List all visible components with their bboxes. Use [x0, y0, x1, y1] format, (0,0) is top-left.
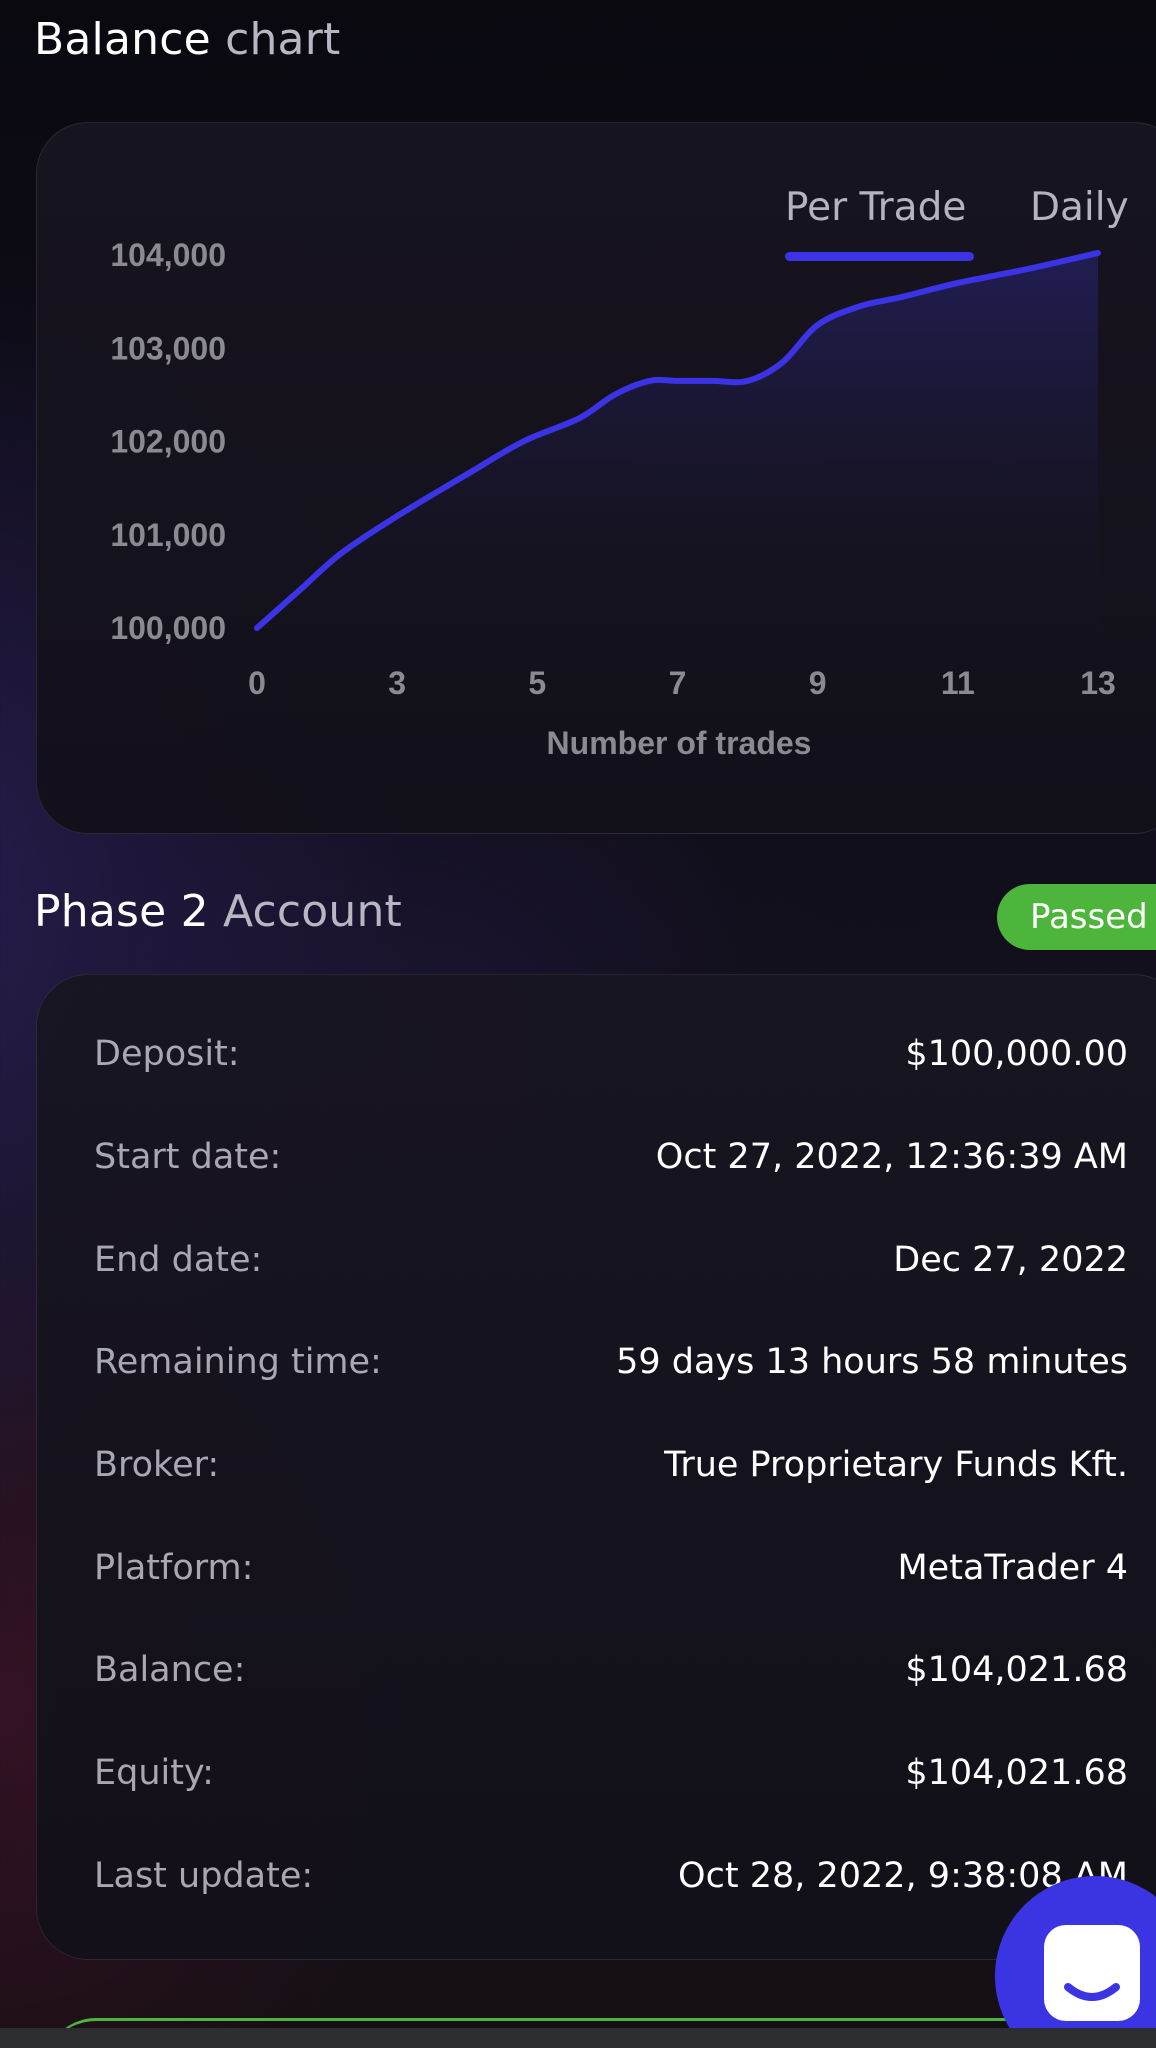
- x-tick-label: 11: [941, 665, 975, 701]
- detail-label: Last update:: [94, 1856, 314, 1896]
- title-word: Account: [222, 886, 403, 937]
- detail-row-end-date: End date: Dec 27, 2022: [94, 1240, 1128, 1300]
- balance-area: [257, 252, 1098, 628]
- tab-daily[interactable]: Daily: [1030, 185, 1129, 230]
- detail-row-start-date: Start date: Oct 27, 2022, 12:36:39 AM: [94, 1137, 1128, 1197]
- x-tick-label: 5: [528, 665, 546, 701]
- detail-label: Deposit:: [94, 1034, 240, 1074]
- tab-per-trade[interactable]: Per Trade: [785, 185, 966, 230]
- balance-chart: 100,000 101,000 102,000 103,000 104,000 0 3 5 7…: [110, 237, 1116, 761]
- x-tick-label: 3: [388, 665, 406, 701]
- detail-label: End date:: [94, 1240, 263, 1280]
- detail-value: $104,021.68: [905, 1753, 1128, 1793]
- detail-label: Platform:: [94, 1548, 254, 1588]
- detail-row-platform: Platform: MetaTrader 4: [94, 1548, 1128, 1608]
- detail-label: Remaining time:: [94, 1342, 382, 1382]
- detail-row-balance: Balance: $104,021.68: [94, 1650, 1128, 1710]
- detail-row-broker: Broker: True Proprietary Funds Kft.: [94, 1445, 1128, 1505]
- x-tick-label: 0: [248, 665, 266, 701]
- y-tick-label: 100,000: [110, 610, 226, 646]
- detail-value: Dec 27, 2022: [893, 1240, 1128, 1280]
- y-tick-label: 103,000: [110, 330, 226, 366]
- y-tick-label: 101,000: [110, 517, 226, 553]
- detail-row-remaining-time: Remaining time: 59 days 13 hours 58 minu…: [94, 1342, 1128, 1402]
- detail-value: 59 days 13 hours 58 minutes: [616, 1342, 1128, 1382]
- detail-label: Balance:: [94, 1650, 246, 1690]
- detail-value: MetaTrader 4: [897, 1548, 1128, 1588]
- x-tick-label: 13: [1080, 665, 1116, 701]
- detail-row-equity: Equity: $104,021.68: [94, 1753, 1128, 1813]
- detail-row-last-update: Last update: Oct 28, 2022, 9:38:08 AM: [94, 1856, 1128, 1916]
- account-title: Phase 2 Account: [34, 886, 402, 937]
- detail-label: Equity:: [94, 1753, 214, 1793]
- detail-value: $100,000.00: [905, 1034, 1128, 1074]
- detail-label: Broker:: [94, 1445, 220, 1485]
- detail-row-deposit: Deposit: $100,000.00: [94, 1034, 1128, 1094]
- detail-label: Start date:: [94, 1137, 282, 1177]
- active-tab-indicator: [785, 252, 974, 261]
- chat-bubble-icon: [1044, 1925, 1140, 2021]
- detail-value: $104,021.68: [905, 1650, 1128, 1690]
- x-tick-label: 7: [669, 665, 687, 701]
- title-word: Phase 2: [34, 886, 209, 937]
- bottom-bar: [0, 2028, 1156, 2048]
- status-badge: Passed: [997, 884, 1156, 950]
- detail-value: Oct 27, 2022, 12:36:39 AM: [655, 1137, 1128, 1177]
- y-tick-label: 104,000: [110, 237, 226, 273]
- x-axis-label: Number of trades: [547, 725, 812, 761]
- y-tick-label: 102,000: [110, 424, 226, 460]
- x-tick-label: 9: [809, 665, 827, 701]
- detail-value: True Proprietary Funds Kft.: [664, 1445, 1128, 1485]
